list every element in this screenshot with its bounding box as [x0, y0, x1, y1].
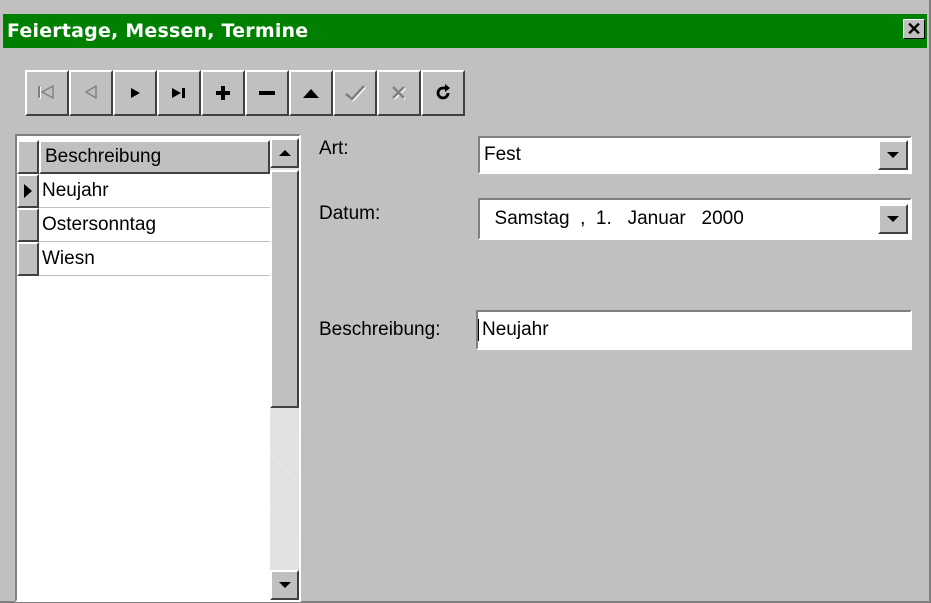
first-record-button[interactable] — [25, 70, 69, 116]
dialog-window: Feiertage, Messen, Termine ✕ Beschreibun… — [0, 0, 931, 603]
beschreibung-label: Beschreibung: — [319, 319, 441, 340]
chevron-down-icon — [887, 152, 899, 158]
scroll-thumb[interactable] — [270, 170, 299, 408]
column-header-label: Beschreibung — [45, 146, 162, 167]
beschreibung-input[interactable]: Neujahr — [476, 310, 912, 350]
refresh-button[interactable] — [421, 70, 465, 116]
row-indicator[interactable] — [17, 242, 39, 276]
current-row-icon — [24, 184, 32, 198]
table-row[interactable]: Wiesn — [17, 242, 270, 276]
datum-label: Datum: — [319, 203, 381, 224]
first-icon — [38, 85, 54, 100]
close-button[interactable]: ✕ — [903, 19, 925, 39]
next-record-button[interactable] — [113, 70, 157, 116]
prior-icon — [84, 85, 97, 100]
post-record-button[interactable] — [333, 70, 377, 116]
prior-record-button[interactable] — [69, 70, 113, 116]
title-bar[interactable]: Feiertage, Messen, Termine ✕ — [3, 14, 927, 48]
beschreibung-value: Neujahr — [478, 319, 549, 341]
scroll-down-icon — [278, 582, 291, 588]
row-indicator[interactable] — [17, 208, 39, 242]
chevron-down-icon — [887, 216, 899, 222]
minus-icon — [259, 91, 275, 95]
edit-record-button[interactable] — [289, 70, 333, 116]
grid-header: Beschreibung — [17, 140, 270, 174]
table-row[interactable]: Ostersonntag — [17, 208, 270, 242]
cross-icon — [392, 86, 406, 100]
refresh-icon — [436, 84, 450, 100]
grid-cell[interactable]: Wiesn — [39, 242, 270, 276]
grid-cell[interactable]: Neujahr — [39, 174, 270, 208]
art-label: Art: — [319, 138, 349, 159]
insert-record-button[interactable] — [201, 70, 245, 116]
scroll-up-icon — [278, 150, 291, 156]
art-dropdown-button[interactable] — [878, 140, 908, 170]
records-grid[interactable]: Beschreibung Neujahr Ostersonntag Wiesn — [15, 134, 301, 602]
scroll-down-button[interactable] — [270, 570, 299, 600]
window-title: Feiertage, Messen, Termine — [7, 20, 309, 42]
art-value: Fest — [484, 144, 521, 165]
row-indicator[interactable] — [17, 174, 39, 208]
last-icon — [172, 88, 185, 98]
scroll-up-button[interactable] — [270, 138, 299, 168]
table-row[interactable]: Neujahr — [17, 174, 270, 208]
grid-cell[interactable]: Ostersonntag — [39, 208, 270, 242]
vertical-scrollbar[interactable] — [270, 138, 299, 600]
column-header-beschreibung[interactable]: Beschreibung — [39, 140, 270, 174]
datum-value: Samstag , 1. Januar 2000 — [484, 208, 744, 229]
cancel-record-button[interactable] — [377, 70, 421, 116]
art-combobox[interactable]: Fest — [478, 136, 912, 174]
record-navigator — [25, 70, 465, 116]
delete-record-button[interactable] — [245, 70, 289, 116]
up-triangle-icon — [303, 89, 319, 98]
row-selector-header — [17, 140, 39, 174]
datum-datepicker[interactable]: Samstag , 1. Januar 2000 — [478, 198, 912, 240]
plus-icon — [216, 86, 230, 100]
next-icon — [131, 88, 140, 98]
check-icon — [345, 85, 366, 102]
datum-dropdown-button[interactable] — [878, 204, 908, 234]
last-record-button[interactable] — [157, 70, 201, 116]
